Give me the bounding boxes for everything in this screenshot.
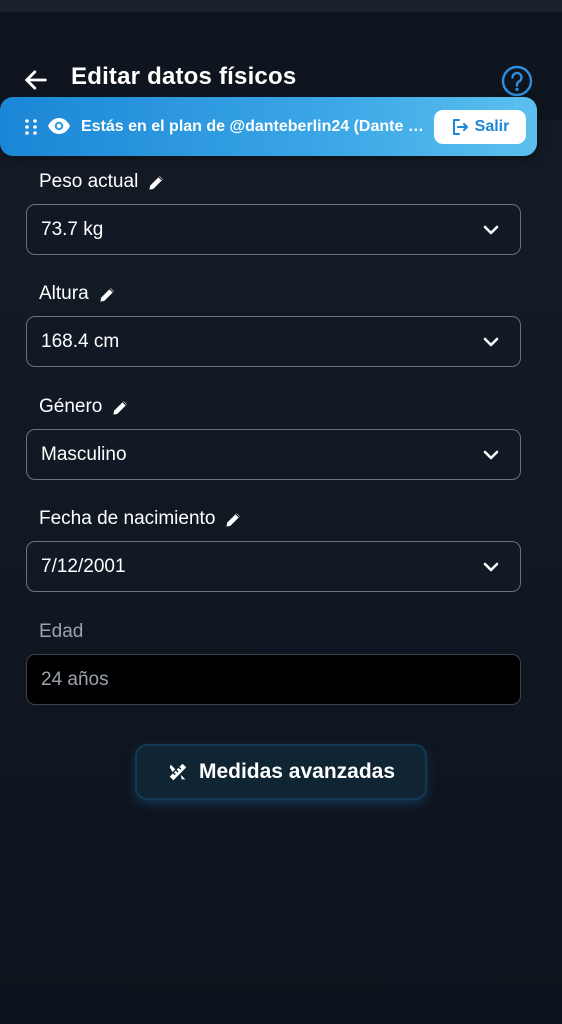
age-value: 24 años [41,669,109,690]
advanced-measurements-label: Medidas avanzadas [198,760,396,783]
pencil-icon[interactable] [98,285,117,304]
chevron-down-icon [483,337,499,347]
advanced-measurements-button[interactable]: Medidas avanzadas [137,746,425,798]
ruler-pencil-icon [169,763,187,781]
drag-handle-icon[interactable] [24,118,38,136]
chevron-down-icon [483,225,499,235]
help-circle-icon[interactable] [500,64,534,98]
pencil-icon[interactable] [147,173,166,192]
birthdate-label: Fecha de nacimiento [39,508,216,529]
weight-value: 73.7 kg [41,219,104,240]
birthdate-label-row: Fecha de nacimiento [39,508,243,530]
pencil-icon[interactable] [224,510,243,529]
height-label-row: Altura [39,283,117,305]
gender-label: Género [39,396,103,417]
exit-plan-label: Salir [474,118,510,135]
height-label: Altura [39,283,89,304]
age-label-row: Edad [39,621,83,643]
weight-dropdown[interactable]: 73.7 kg [26,204,521,255]
birthdate-dropdown[interactable]: 7/12/2001 [26,541,521,592]
logout-icon [452,119,468,135]
height-dropdown[interactable]: 168.4 cm [26,316,521,367]
gender-value: Masculino [41,444,127,465]
weight-label-row: Peso actual [39,171,166,193]
age-label: Edad [39,621,84,642]
status-bar [0,0,562,12]
birthdate-value: 7/12/2001 [41,556,126,577]
pencil-icon[interactable] [111,398,130,417]
gender-label-row: Género [39,396,130,418]
age-field: 24 años [26,654,521,705]
banner-text: Estás en el plan de @danteberlin24 (Dant… [81,118,426,135]
chevron-down-icon [483,562,499,572]
eye-icon [48,118,70,134]
chevron-down-icon [483,450,499,460]
height-value: 168.4 cm [41,331,120,352]
weight-label: Peso actual [39,171,139,192]
back-arrow-icon[interactable] [22,66,50,94]
exit-plan-button[interactable]: Salir [434,110,526,144]
page-title: Editar datos físicos [71,63,297,90]
shared-plan-banner: Estás en el plan de @danteberlin24 (Dant… [0,97,537,156]
gender-dropdown[interactable]: Masculino [26,429,521,480]
